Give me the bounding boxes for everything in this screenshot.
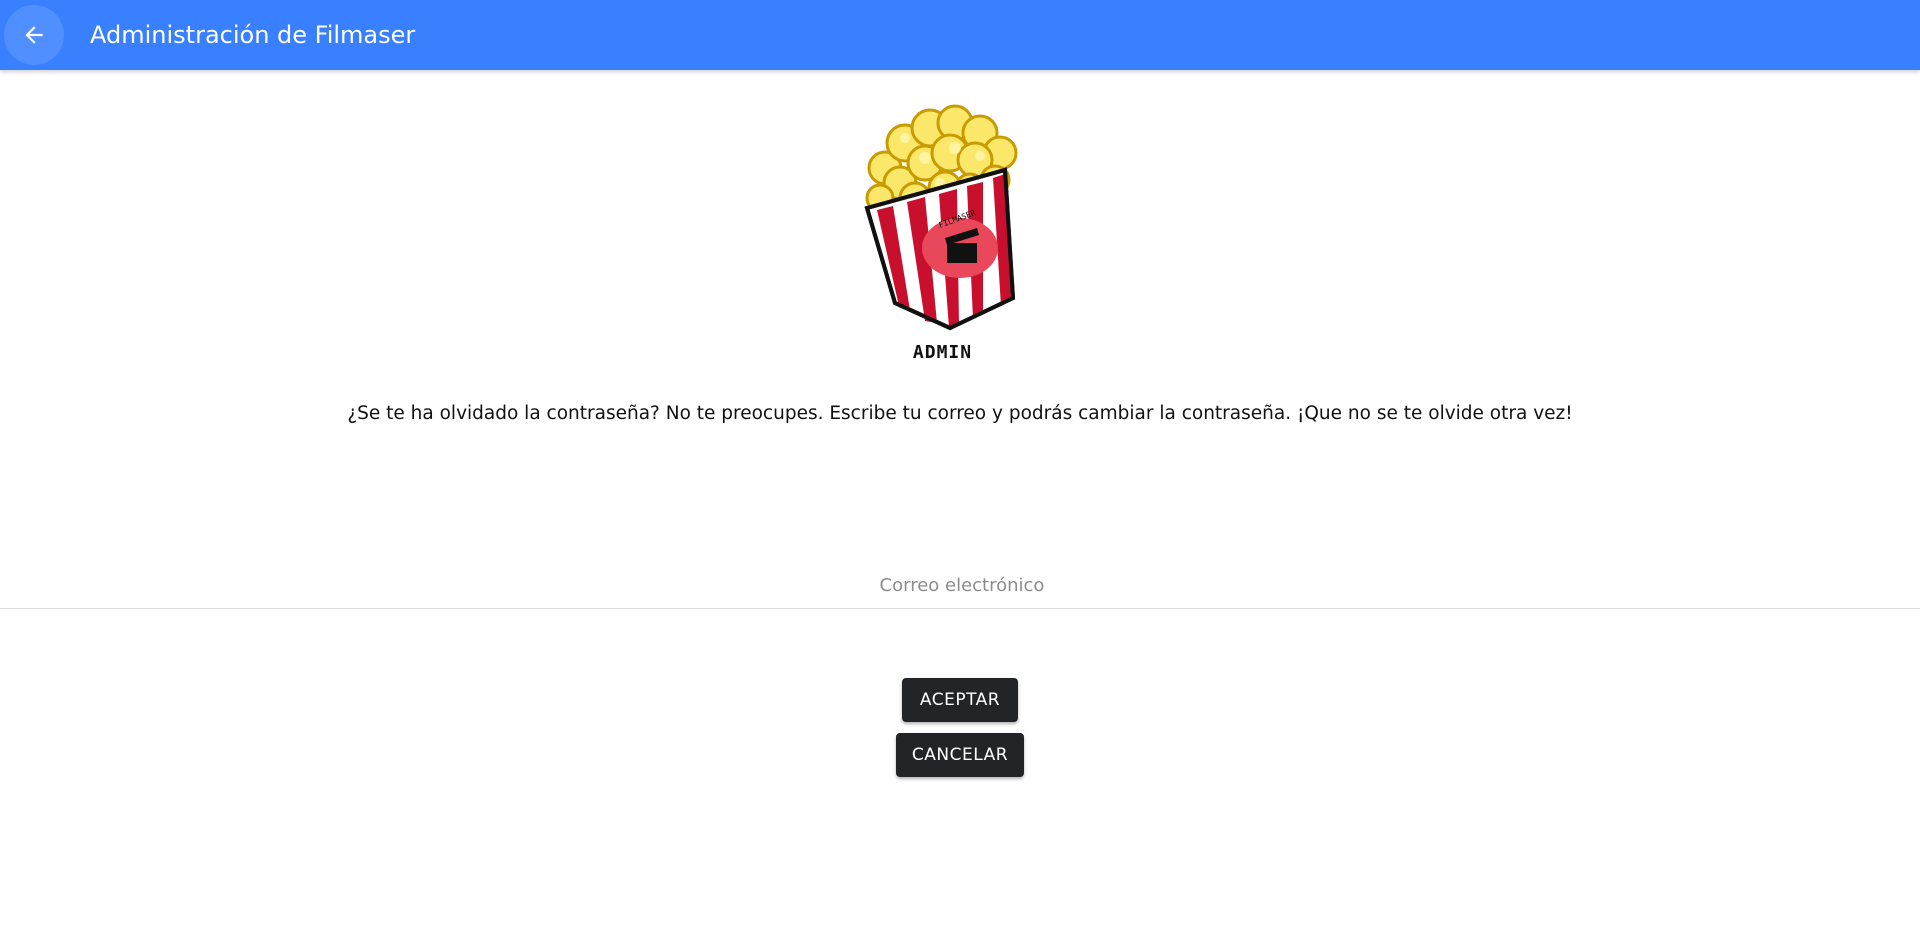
popcorn-icon: FILMASER [864,104,1018,331]
email-field-container [0,548,1920,609]
app-header: Administración de Filmaser [0,0,1920,70]
email-input[interactable] [0,566,1920,604]
arrow-back-icon [25,26,43,44]
filmaser-admin-logo: FILMASER ADMIN [855,88,1030,363]
back-button[interactable] [4,5,64,65]
accept-button[interactable]: ACEPTAR [902,678,1018,722]
instructions-text: ¿Se te ha olvidado la contraseña? No te … [347,403,1573,424]
cancel-button[interactable]: CANCELAR [896,733,1024,777]
logo-caption: ADMIN [912,342,973,363]
main-content: FILMASER ADMIN ¿Se te ha olvidado la con… [0,70,1920,941]
page-title: Administración de Filmaser [90,21,416,49]
